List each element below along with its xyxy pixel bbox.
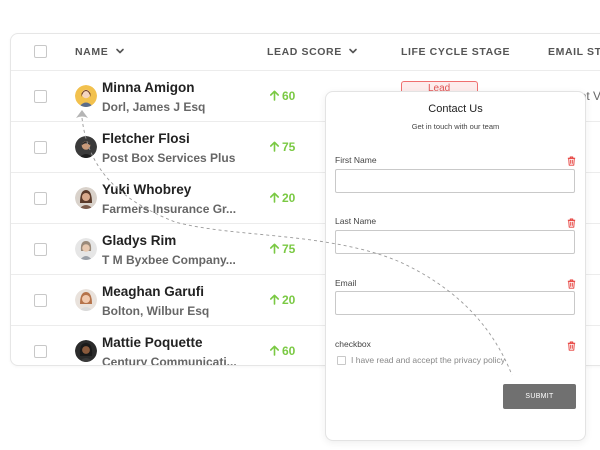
trash-icon[interactable]	[567, 279, 576, 289]
lead-score-value: 20	[282, 293, 296, 307]
submit-button[interactable]: SUBMIT	[503, 384, 576, 409]
chevron-down-icon	[116, 48, 124, 54]
arrow-up-icon	[270, 345, 279, 356]
column-header-life-cycle-stage-label: LIFE CYCLE STAGE	[401, 46, 511, 58]
avatar	[75, 136, 97, 158]
email-field[interactable]	[335, 291, 575, 315]
contact-name[interactable]: Yuki Whobrey	[102, 182, 191, 197]
avatar	[75, 238, 97, 260]
contact-company: Dorl, James J Esq	[102, 100, 206, 114]
contact-company: Farmers Insurance Gr...	[102, 202, 237, 216]
arrow-up-icon	[270, 141, 279, 152]
arrow-up-icon	[270, 243, 279, 254]
last-name-label: Last Name	[335, 216, 377, 226]
contact-name[interactable]: Meaghan Garufi	[102, 284, 204, 299]
checkbox-group-label: checkbox	[335, 339, 371, 349]
column-header-lead-score[interactable]: LEAD SCORE	[267, 46, 358, 58]
lead-score-value: 60	[282, 89, 296, 103]
email-label: Email	[335, 278, 357, 288]
column-header-life-cycle-stage[interactable]: LIFE CYCLE STAGE	[401, 46, 510, 58]
lead-score: 75	[269, 140, 295, 154]
first-name-field[interactable]	[335, 169, 575, 193]
contact-company: Post Box Services Plus	[102, 151, 236, 165]
first-name-label: First Name	[335, 155, 377, 165]
trash-icon[interactable]	[567, 341, 576, 351]
lead-score-value: 60	[282, 344, 296, 358]
arrow-up-icon	[270, 90, 279, 101]
table-header: NAME LEAD SCORE LIFE CYCLE STAGE EMAIL S…	[11, 34, 600, 71]
trash-icon[interactable]	[567, 218, 576, 228]
avatar	[75, 289, 97, 311]
avatar	[75, 340, 97, 362]
row-checkbox[interactable]	[34, 294, 47, 307]
row-checkbox[interactable]	[34, 90, 47, 103]
contact-name[interactable]: Mattie Poquette	[102, 335, 203, 350]
row-checkbox[interactable]	[34, 243, 47, 256]
contact-company: Century Communicati...	[102, 355, 237, 366]
column-header-name[interactable]: NAME	[75, 46, 125, 58]
last-name-field[interactable]	[335, 230, 575, 254]
form-title: Contact Us	[428, 103, 483, 115]
row-checkbox[interactable]	[34, 345, 47, 358]
contact-name[interactable]: Fletcher Flosi	[102, 131, 190, 146]
contact-form: Contact Us Get in touch with our team Fi…	[325, 91, 586, 441]
arrow-up-icon	[270, 192, 279, 203]
trash-icon[interactable]	[567, 156, 576, 166]
column-header-lead-score-label: LEAD SCORE	[267, 46, 342, 58]
column-header-name-label: NAME	[75, 46, 109, 58]
avatar	[75, 85, 97, 107]
contact-company: T M Byxbee Company...	[102, 253, 236, 267]
column-header-email-status-label: EMAIL STA	[548, 46, 600, 58]
contact-name[interactable]: Minna Amigon	[102, 80, 195, 95]
privacy-policy-checkbox[interactable]	[337, 356, 346, 365]
lead-score: 75	[269, 242, 295, 256]
lead-score-value: 75	[282, 140, 296, 154]
row-checkbox[interactable]	[34, 141, 47, 154]
contact-company: Bolton, Wilbur Esq	[102, 304, 210, 318]
select-all-checkbox[interactable]	[34, 45, 47, 58]
lead-score: 20	[269, 293, 295, 307]
form-subtitle: Get in touch with our team	[411, 122, 500, 131]
contact-name[interactable]: Gladys Rim	[102, 233, 176, 248]
lead-score: 60	[269, 89, 295, 103]
lead-score-value: 75	[282, 242, 296, 256]
chevron-down-icon	[349, 48, 358, 54]
privacy-policy-label: I have read and accept the privacy polic…	[351, 355, 506, 365]
row-checkbox[interactable]	[34, 192, 47, 205]
lead-score: 60	[269, 344, 295, 358]
arrow-up-icon	[270, 294, 279, 305]
avatar	[75, 187, 97, 209]
lead-score-value: 20	[282, 191, 296, 205]
column-header-email-status[interactable]: EMAIL STA	[548, 46, 600, 58]
lead-score: 20	[269, 191, 295, 205]
